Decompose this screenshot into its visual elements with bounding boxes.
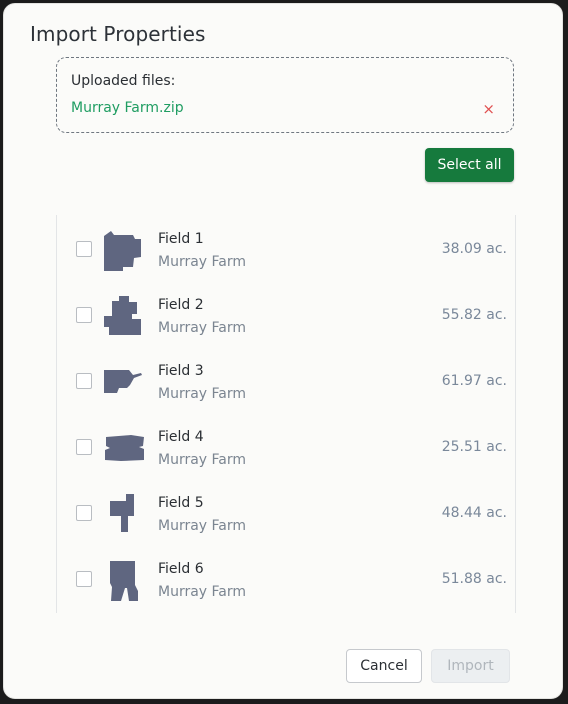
import-button[interactable]: Import [431, 649, 510, 683]
farm-name: Murray Farm [158, 320, 247, 336]
farm-name: Murray Farm [158, 386, 247, 402]
field-name: Field 6 [158, 561, 204, 577]
field-checkbox[interactable] [76, 439, 92, 455]
field-shape-icon [101, 293, 147, 339]
field-checkbox[interactable] [76, 307, 92, 323]
field-name: Field 4 [158, 429, 204, 445]
uploaded-files-box: Uploaded files: Murray Farm.zip × [56, 57, 514, 133]
field-checkbox[interactable] [76, 241, 92, 257]
field-shape-icon [101, 425, 147, 471]
field-row[interactable]: Field 3 Murray Farm 61.97 ac. [57, 347, 515, 413]
uploaded-file-name[interactable]: Murray Farm.zip [71, 100, 184, 116]
field-acreage: 48.44 ac. [441, 505, 507, 521]
field-acreage: 51.88 ac. [441, 571, 507, 587]
cancel-button[interactable]: Cancel [346, 649, 422, 683]
field-acreage: 55.82 ac. [441, 307, 507, 323]
farm-name: Murray Farm [158, 518, 247, 534]
uploaded-files-label: Uploaded files: [71, 73, 176, 89]
field-name: Field 3 [158, 363, 204, 379]
field-shape-icon [101, 227, 147, 273]
field-name: Field 2 [158, 297, 204, 313]
dialog-title: Import Properties [30, 22, 206, 46]
farm-name: Murray Farm [158, 584, 247, 600]
field-acreage: 25.51 ac. [441, 439, 507, 455]
field-row[interactable]: Field 2 Murray Farm 55.82 ac. [57, 281, 515, 347]
field-name: Field 1 [158, 231, 204, 247]
field-row[interactable]: Field 6 Murray Farm 51.88 ac. [57, 545, 515, 611]
field-checkbox[interactable] [76, 571, 92, 587]
farm-name: Murray Farm [158, 452, 247, 468]
field-acreage: 38.09 ac. [441, 241, 507, 257]
field-checkbox[interactable] [76, 373, 92, 389]
field-shape-icon [101, 491, 147, 537]
field-row[interactable]: Field 5 Murray Farm 48.44 ac. [57, 479, 515, 545]
field-shape-icon [101, 557, 147, 603]
field-shape-icon [101, 359, 147, 405]
select-all-button[interactable]: Select all [425, 148, 514, 182]
farm-name: Murray Farm [158, 254, 247, 270]
remove-file-icon[interactable]: × [482, 101, 495, 117]
field-acreage: 61.97 ac. [441, 373, 507, 389]
field-checkbox[interactable] [76, 505, 92, 521]
field-row[interactable]: Field 1 Murray Farm 38.09 ac. [57, 215, 515, 281]
field-name: Field 5 [158, 495, 204, 511]
field-list: Field 1 Murray Farm 38.09 ac. Field 2 Mu… [56, 215, 516, 613]
field-row[interactable]: Field 4 Murray Farm 25.51 ac. [57, 413, 515, 479]
import-properties-dialog: Import Properties Uploaded files: Murray… [3, 3, 563, 699]
